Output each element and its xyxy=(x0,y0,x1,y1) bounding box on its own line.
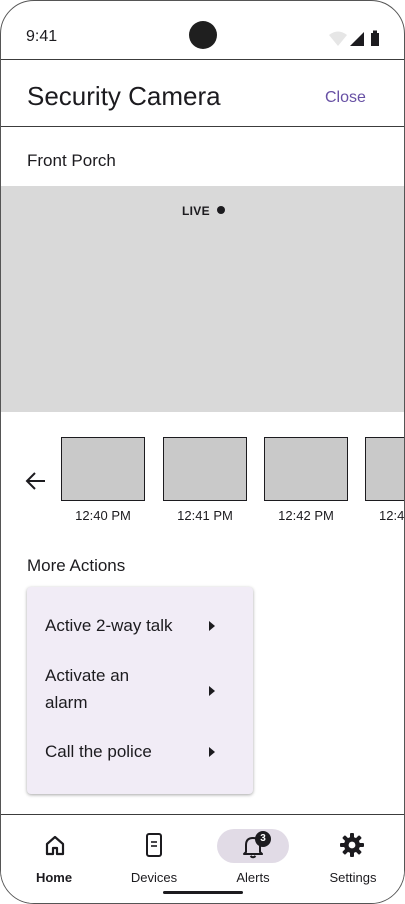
clip-time: 12:41 PM xyxy=(177,508,233,523)
front-camera-cutout xyxy=(189,21,217,49)
clip-thumbnail[interactable] xyxy=(264,437,348,501)
gear-icon xyxy=(340,833,364,857)
header-top-divider xyxy=(1,59,404,60)
clip-time: 12:40 PM xyxy=(75,508,131,523)
action-activate-alarm[interactable]: Activate an alarm xyxy=(27,661,253,721)
live-label: LIVE xyxy=(182,204,210,218)
phone-device-icon xyxy=(146,833,162,857)
phone-frame: 9:41 Security Camera Close Front Porch L… xyxy=(0,0,405,904)
more-actions-title: More Actions xyxy=(27,556,126,575)
home-indicator xyxy=(163,891,243,894)
action-label: Activate an xyxy=(45,666,130,685)
nav-item-settings[interactable]: Settings xyxy=(303,815,403,903)
action-call-police[interactable]: Call the police xyxy=(27,735,253,771)
status-time: 9:41 xyxy=(26,28,58,45)
status-icons xyxy=(329,30,379,46)
alerts-count-badge: 3 xyxy=(255,831,271,847)
header-bottom-divider xyxy=(1,126,404,127)
nav-item-devices[interactable]: Devices xyxy=(104,815,204,903)
camera-name: Front Porch xyxy=(27,151,116,170)
live-indicator-dot xyxy=(217,206,225,214)
close-button[interactable]: Close xyxy=(325,89,366,107)
wifi-icon xyxy=(329,31,347,46)
action-label: alarm xyxy=(45,693,88,712)
home-icon xyxy=(45,835,65,856)
nav-label-home: Home xyxy=(35,870,73,885)
nav-label-settings: Settings xyxy=(329,870,377,885)
action-label: Active 2-way talk xyxy=(45,616,173,635)
chevron-right-icon xyxy=(209,686,215,696)
battery-icon xyxy=(371,33,379,46)
chevron-right-icon xyxy=(209,621,215,631)
clip-time: 12:43 PM xyxy=(379,508,404,523)
page-title: Security Camera xyxy=(27,81,221,111)
nav-item-home[interactable]: Home xyxy=(4,815,104,903)
status-bar: 9:41 xyxy=(1,1,404,59)
signal-icon xyxy=(350,32,364,46)
clip-thumbnail[interactable] xyxy=(163,437,247,501)
action-two-way-talk[interactable]: Active 2-way talk xyxy=(27,609,253,645)
clip-thumbnail[interactable] xyxy=(365,437,404,501)
bottom-navigation: Home Devices Alerts Settings xyxy=(1,815,404,903)
nav-label-alerts: Alerts xyxy=(236,870,270,885)
action-label: Call the police xyxy=(45,742,152,761)
nav-label-devices: Devices xyxy=(130,870,178,885)
chevron-right-icon xyxy=(209,747,215,757)
back-arrow-icon[interactable] xyxy=(25,470,47,492)
clip-thumbnail[interactable] xyxy=(61,437,145,501)
more-actions-menu: Active 2-way talk Activate an alarm Call… xyxy=(27,587,253,794)
live-video-feed[interactable] xyxy=(1,186,404,412)
